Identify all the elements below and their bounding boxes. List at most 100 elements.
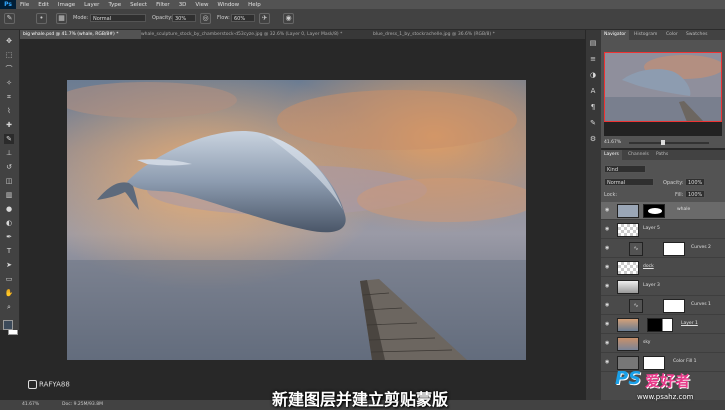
layer-name: Layer 1 <box>681 321 698 326</box>
type-tool-icon[interactable]: T <box>4 246 14 256</box>
tab-channels[interactable]: Channels <box>625 150 652 160</box>
tab-navigator[interactable]: Navigator <box>601 30 630 40</box>
layer-row-dock[interactable]: ◉ dock <box>601 259 725 277</box>
layer-opacity-field[interactable]: 100% <box>685 178 705 186</box>
layer-row-whale[interactable]: ◉ whale <box>601 202 725 220</box>
tab-histogram[interactable]: Histogram <box>631 30 660 40</box>
quick-select-tool-icon[interactable]: ✧ <box>4 78 14 88</box>
navigator-zoom[interactable]: 41.67% <box>604 140 621 145</box>
healing-tool-icon[interactable]: ✚ <box>4 120 14 130</box>
properties-icon[interactable]: ≡ <box>588 54 598 64</box>
eyedropper-tool-icon[interactable]: ⌇ <box>4 106 14 116</box>
tab-swatches[interactable]: Swatches <box>683 30 711 40</box>
path-select-tool-icon[interactable]: ➤ <box>4 260 14 270</box>
tab-color[interactable]: Color <box>663 30 681 40</box>
visibility-eye-icon[interactable]: ◉ <box>605 265 611 270</box>
layer-row-curves-2[interactable]: ◉ ∿ Curves 2 <box>601 240 725 258</box>
layer-name: Color Fill 1 <box>673 359 697 364</box>
menu-file[interactable]: File <box>20 2 29 8</box>
layer-row-layer-5[interactable]: ◉ Layer 5 <box>601 221 725 239</box>
status-doc-size[interactable]: Doc: 9.25M/93.8M <box>62 402 103 407</box>
marquee-tool-icon[interactable]: ⬚ <box>4 50 14 60</box>
menu-type[interactable]: Type <box>108 2 121 8</box>
tool-presets-icon[interactable]: ⚙ <box>588 134 598 144</box>
brush-size-icon[interactable]: • <box>36 13 47 24</box>
visibility-eye-icon[interactable]: ◉ <box>605 246 611 251</box>
visibility-eye-icon[interactable]: ◉ <box>605 208 611 213</box>
visibility-eye-icon[interactable]: ◉ <box>605 360 611 365</box>
layer-mask-thumbnail[interactable] <box>647 318 673 332</box>
blend-mode-select[interactable]: Normal <box>604 178 654 186</box>
flow-field[interactable]: 60% <box>231 14 255 22</box>
gradient-tool-icon[interactable]: ▥ <box>4 190 14 200</box>
pressure-opacity-icon[interactable]: ◎ <box>200 13 211 24</box>
fill-label: Fill: <box>675 192 684 198</box>
brush-tool-icon[interactable]: ✎ <box>4 134 14 144</box>
visibility-eye-icon[interactable]: ◉ <box>605 303 611 308</box>
paragraph-icon[interactable]: ¶ <box>588 102 598 112</box>
layer-filter-kind[interactable]: Kind <box>604 165 646 173</box>
shape-tool-icon[interactable]: ▭ <box>4 274 14 284</box>
layer-name: sky <box>643 340 651 345</box>
zoom-slider-handle[interactable] <box>661 140 665 145</box>
menu-help[interactable]: Help <box>248 2 261 8</box>
menu-3d[interactable]: 3D <box>179 2 187 8</box>
opacity-field[interactable]: 30% <box>172 14 196 22</box>
visibility-eye-icon[interactable]: ◉ <box>605 227 611 232</box>
adjustments-icon[interactable]: ◑ <box>588 70 598 80</box>
blur-tool-icon[interactable]: ● <box>4 204 14 214</box>
navigator-preview[interactable] <box>604 52 724 136</box>
zoom-tool-icon[interactable]: ⌕ <box>4 302 14 312</box>
history-icon[interactable]: ▤ <box>588 38 598 48</box>
menu-edit[interactable]: Edit <box>38 2 49 8</box>
hand-tool-icon[interactable]: ✋ <box>4 288 14 298</box>
menu-bar: Ps File Edit Image Layer Type Select Fil… <box>0 0 725 9</box>
mode-select[interactable]: Normal <box>90 14 146 22</box>
visibility-eye-icon[interactable]: ◉ <box>605 284 611 289</box>
status-zoom[interactable]: 41.67% <box>22 402 39 407</box>
layer-name: dock <box>643 264 654 269</box>
menu-select[interactable]: Select <box>130 2 147 8</box>
layer-row-layer-3[interactable]: ◉ Layer 3 <box>601 278 725 296</box>
brush-panel-icon[interactable]: ▦ <box>56 13 67 24</box>
menu-view[interactable]: View <box>195 2 208 8</box>
layer-name: whale <box>677 207 691 212</box>
tab-whale-sculpture[interactable]: whale_sculpture_stock_by_chamberstock-d5… <box>138 30 373 39</box>
tab-blue-dress[interactable]: blue_dress_1_by_stockrachelle.jpg @ 36.6… <box>370 30 513 39</box>
curves-adjustment-icon: ∿ <box>629 242 643 256</box>
tab-big-whale[interactable]: big whale.psd @ 41.7% (whale, RGB/8#) * <box>20 30 141 39</box>
tab-layers[interactable]: Layers <box>601 150 622 160</box>
layer-thumbnail <box>617 223 639 237</box>
airbrush-icon[interactable]: ✈ <box>259 13 270 24</box>
dodge-tool-icon[interactable]: ◐ <box>4 218 14 228</box>
lasso-tool-icon[interactable]: ⌒ <box>4 64 14 74</box>
menu-layer[interactable]: Layer <box>84 2 99 8</box>
eraser-tool-icon[interactable]: ◫ <box>4 176 14 186</box>
zoom-slider[interactable] <box>629 142 709 144</box>
foreground-color-swatch[interactable] <box>3 320 13 330</box>
brush-preset-icon[interactable]: ✎ <box>4 13 15 24</box>
pen-tool-icon[interactable]: ✒ <box>4 232 14 242</box>
menu-image[interactable]: Image <box>58 2 75 8</box>
layer-mask-thumbnail[interactable] <box>663 299 685 313</box>
crop-tool-icon[interactable]: ⌗ <box>4 92 14 102</box>
layer-mask-thumbnail[interactable] <box>663 242 685 256</box>
menu-window[interactable]: Window <box>217 2 239 8</box>
layer-row-sky[interactable]: ◉ sky <box>601 335 725 353</box>
menu-filter[interactable]: Filter <box>156 2 170 8</box>
tab-paths[interactable]: Paths <box>653 150 671 160</box>
history-brush-tool-icon[interactable]: ↺ <box>4 162 14 172</box>
layer-thumbnail <box>617 280 639 294</box>
fill-field[interactable]: 100% <box>685 190 705 198</box>
move-tool-icon[interactable]: ✥ <box>4 36 14 46</box>
layer-row-layer-1[interactable]: ◉ Layer 1 <box>601 316 725 334</box>
visibility-eye-icon[interactable]: ◉ <box>605 341 611 346</box>
pressure-size-icon[interactable]: ◉ <box>283 13 294 24</box>
layer-mask-thumbnail[interactable] <box>643 204 665 218</box>
document-image[interactable] <box>67 80 526 360</box>
layer-row-curves-1[interactable]: ◉ ∿ Curves 1 <box>601 297 725 315</box>
character-icon[interactable]: A <box>588 86 598 96</box>
brush-settings-icon[interactable]: ✎ <box>588 118 598 128</box>
visibility-eye-icon[interactable]: ◉ <box>605 322 611 327</box>
clone-stamp-tool-icon[interactable]: ⊥ <box>4 148 14 158</box>
